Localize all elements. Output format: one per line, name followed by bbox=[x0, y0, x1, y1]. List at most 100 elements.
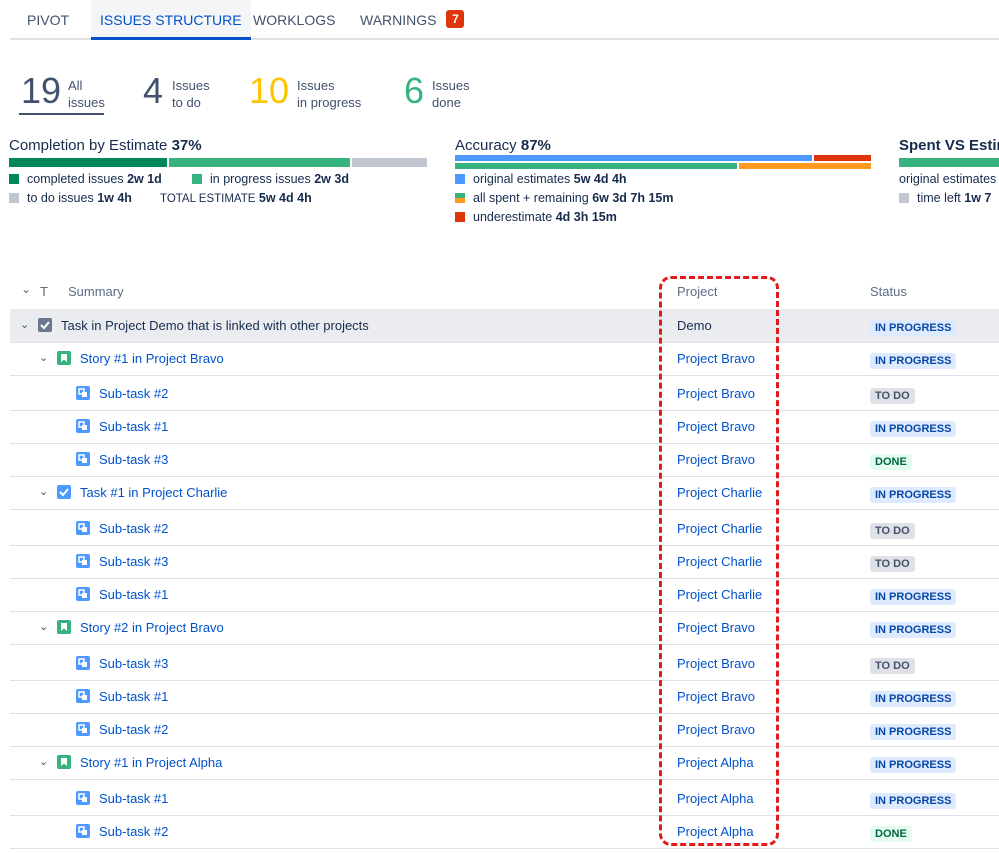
table-row[interactable]: Sub-task #1 Project Alpha IN PROGRESS bbox=[10, 782, 999, 816]
issue-summary[interactable]: Sub-task #2 bbox=[99, 512, 168, 545]
table-row[interactable]: Sub-task #3 Project Bravo TO DO bbox=[10, 647, 999, 681]
table-row[interactable]: Sub-task #3 Project Charlie TO DO bbox=[10, 545, 999, 579]
chevron-down-icon[interactable]: ⌄ bbox=[39, 611, 48, 644]
issue-project[interactable]: Project Charlie bbox=[677, 578, 762, 611]
issue-project[interactable]: Project Bravo bbox=[677, 342, 755, 375]
issue-summary[interactable]: Sub-task #3 bbox=[99, 647, 168, 680]
tab-worklogs[interactable]: WORKLOGS bbox=[253, 0, 335, 38]
issue-summary[interactable]: Sub-task #2 bbox=[99, 815, 168, 848]
subtask-icon bbox=[76, 521, 90, 535]
tab-bar: PIVOT ISSUES STRUCTURE WORKLOGS WARNINGS… bbox=[10, 0, 999, 40]
accuracy-bar-spent bbox=[455, 163, 737, 169]
status-badge: IN PROGRESS bbox=[870, 487, 957, 503]
table-row[interactable]: ⌄ Story #2 in Project Bravo Project Bravo I… bbox=[10, 611, 999, 645]
subtask-icon bbox=[76, 554, 90, 568]
story-icon bbox=[57, 620, 71, 634]
table-row[interactable]: ⌄ Story #1 in Project Alpha Project Alpha I… bbox=[10, 746, 999, 780]
status-cell: DONE bbox=[870, 452, 912, 470]
expand-all-toggle[interactable]: ⌄ bbox=[21, 282, 31, 296]
issue-project[interactable]: Project Bravo bbox=[677, 443, 755, 476]
issue-summary[interactable]: Story #1 in Project Bravo bbox=[80, 342, 224, 375]
table-row[interactable]: Sub-task #1 Project Charlie IN PROGRESS bbox=[10, 578, 999, 612]
issue-summary[interactable]: Sub-task #1 bbox=[99, 680, 168, 713]
column-header-status[interactable]: Status bbox=[870, 284, 907, 299]
table-row[interactable]: Sub-task #1 Project Bravo IN PROGRESS bbox=[10, 680, 999, 714]
spent-bar bbox=[899, 158, 999, 167]
table-row[interactable]: Sub-task #2 Project Charlie TO DO bbox=[10, 512, 999, 546]
chevron-down-icon[interactable]: ⌄ bbox=[39, 476, 48, 509]
issue-project[interactable]: Project Bravo bbox=[677, 377, 755, 410]
table-row[interactable]: Sub-task #2 Project Bravo IN PROGRESS bbox=[10, 713, 999, 747]
subtask-icon bbox=[76, 452, 90, 466]
issue-project[interactable]: Project Bravo bbox=[677, 713, 755, 746]
tab-issues-structure[interactable]: ISSUES STRUCTURE bbox=[91, 0, 251, 40]
status-badge: TO DO bbox=[870, 556, 915, 572]
legend-completed: completed issues 2w 1d bbox=[9, 171, 162, 187]
legend-time-left: time left 1w 7 bbox=[899, 190, 991, 206]
accuracy-bar-original bbox=[455, 155, 812, 161]
subtask-icon bbox=[76, 722, 90, 736]
total-estimate: TOTAL ESTIMATE 5w 4d 4h bbox=[160, 191, 312, 205]
issue-project[interactable]: Project Charlie bbox=[677, 476, 762, 509]
status-cell: IN PROGRESS bbox=[870, 587, 957, 605]
table-row[interactable]: ⌄ Task #1 in Project Charlie Project Charl… bbox=[10, 476, 999, 510]
column-header-project[interactable]: Project bbox=[677, 284, 717, 299]
table-row[interactable]: Sub-task #2 Project Alpha DONE bbox=[10, 815, 999, 849]
accuracy-title: Accuracy 87% bbox=[455, 137, 551, 154]
status-badge: IN PROGRESS bbox=[870, 421, 957, 437]
legend-underestimate: underestimate 4d 3h 15m bbox=[455, 209, 617, 225]
tab-label: WORKLOGS bbox=[253, 12, 336, 28]
stat-label: All issues bbox=[68, 78, 105, 110]
table-row[interactable]: Sub-task #3 Project Bravo DONE bbox=[10, 443, 999, 477]
issue-summary[interactable]: Story #1 in Project Alpha bbox=[80, 746, 222, 779]
issue-summary[interactable]: Sub-task #3 bbox=[99, 545, 168, 578]
legend-spent-remaining: all spent + remaining 6w 3d 7h 15m bbox=[455, 190, 673, 206]
status-badge: TO DO bbox=[870, 388, 915, 404]
table-row[interactable]: Sub-task #2 Project Bravo TO DO bbox=[10, 377, 999, 411]
issue-project[interactable]: Project Charlie bbox=[677, 512, 762, 545]
issue-summary: Task in Project Demo that is linked with… bbox=[61, 318, 369, 333]
legend-original-estimates: original estimates 5w 4d 4h bbox=[455, 171, 627, 187]
column-header-summary[interactable]: Summary bbox=[68, 284, 124, 299]
issue-summary[interactable]: Task #1 in Project Charlie bbox=[80, 476, 227, 509]
issue-summary[interactable]: Sub-task #2 bbox=[99, 377, 168, 410]
issue-project[interactable]: Project Bravo bbox=[677, 611, 755, 644]
tab-label: PIVOT bbox=[27, 12, 70, 28]
status-badge: TO DO bbox=[870, 523, 915, 539]
status-cell: IN PROGRESS bbox=[870, 722, 957, 740]
chevron-down-icon[interactable]: ⌄ bbox=[39, 342, 48, 375]
issue-summary[interactable]: Sub-task #2 bbox=[99, 713, 168, 746]
stat-label: Issues done bbox=[432, 78, 470, 110]
task-checkbox-icon bbox=[38, 318, 52, 332]
issue-summary[interactable]: Sub-task #1 bbox=[99, 782, 168, 815]
table-row[interactable]: ⌄ Task in Project Demo that is linked wit… bbox=[10, 309, 999, 343]
stat-number: 4 bbox=[143, 70, 164, 111]
issue-project[interactable]: Project Bravo bbox=[677, 647, 755, 680]
story-icon bbox=[57, 755, 71, 769]
tab-label: ISSUES STRUCTURE bbox=[100, 12, 242, 28]
chevron-down-icon[interactable]: ⌄ bbox=[20, 309, 29, 342]
issue-summary[interactable]: Sub-task #1 bbox=[99, 410, 168, 443]
subtask-icon bbox=[76, 656, 90, 670]
issue-project[interactable]: Project Bravo bbox=[677, 680, 755, 713]
column-header-type[interactable]: T bbox=[40, 284, 48, 299]
status-cell: TO DO bbox=[870, 554, 915, 572]
table-row[interactable]: ⌄ Story #1 in Project Bravo Project Bravo I… bbox=[10, 342, 999, 376]
tab-warnings[interactable]: WARNINGS 7 bbox=[360, 0, 465, 38]
status-badge: IN PROGRESS bbox=[870, 691, 957, 707]
status-cell: TO DO bbox=[870, 521, 915, 539]
task-icon bbox=[57, 485, 71, 499]
completion-title: Completion by Estimate 37% bbox=[9, 137, 202, 154]
issue-project[interactable]: Project Bravo bbox=[677, 410, 755, 443]
issue-summary[interactable]: Sub-task #1 bbox=[99, 578, 168, 611]
issue-summary[interactable]: Story #2 in Project Bravo bbox=[80, 611, 224, 644]
status-cell: IN PROGRESS bbox=[870, 689, 957, 707]
issue-project[interactable]: Project Alpha bbox=[677, 746, 754, 779]
issue-project[interactable]: Project Charlie bbox=[677, 545, 762, 578]
chevron-down-icon[interactable]: ⌄ bbox=[39, 746, 48, 779]
issue-project[interactable]: Project Alpha bbox=[677, 815, 754, 848]
issue-project[interactable]: Project Alpha bbox=[677, 782, 754, 815]
issue-summary[interactable]: Sub-task #3 bbox=[99, 443, 168, 476]
tab-pivot[interactable]: PIVOT bbox=[27, 0, 69, 38]
table-row[interactable]: Sub-task #1 Project Bravo IN PROGRESS bbox=[10, 410, 999, 444]
